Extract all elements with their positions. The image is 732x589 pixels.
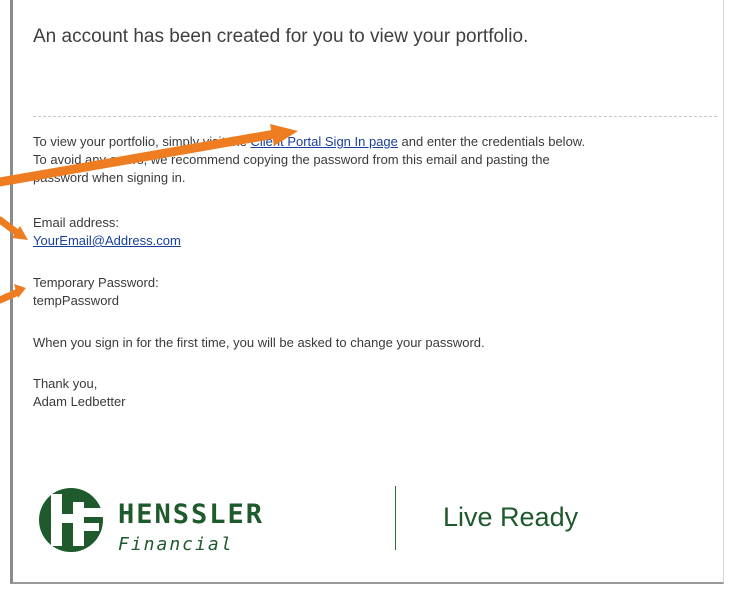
intro-text: , we recommend copying the password from… [143,152,550,167]
email-headline: An account has been created for you to v… [33,26,529,47]
closing-text: Thank you, [33,376,98,391]
brand-tagline: Live Ready [443,502,579,532]
intro-text: the [225,134,251,149]
email-address-link[interactable]: YourEmail@Address.com [33,232,181,250]
intro-line-1: To view your portfolio, simply visit the… [33,133,585,151]
signature: Adam Ledbetter [33,394,126,409]
temporary-password-label: Temporary Password: [33,275,159,290]
intro-text: To view your portfolio, simply [33,134,203,149]
brand-sub: Financial [118,534,234,555]
intro-text: and enter the credentials below. [397,134,586,149]
password-change-note: When you sign in for the first time, you… [33,335,485,350]
email-address-block: Email address: YourEmail@Address.com [33,214,181,250]
section-divider [33,116,717,117]
intro-text: To avoid [33,152,86,167]
intro-line-2: To avoid any errors, we recommend copyin… [33,151,585,169]
henssler-emblem-icon [39,488,104,552]
client-portal-sign-in-link[interactable]: Client Portal Sign In page [250,134,397,149]
email-address-label: Email address: [33,215,119,230]
brand-name: HENSSLER [118,499,265,530]
temporary-password-value: tempPassword [33,293,119,308]
intro-paragraph: To view your portfolio, simply visit the… [33,133,585,187]
closing-block: Thank you, Adam Ledbetter [33,375,126,411]
password-block: Temporary Password: tempPassword [33,274,159,310]
intro-line-3: password when signing in. [33,170,186,185]
henssler-logo: HENSSLER Financial [37,486,347,556]
hidden-text: visit [202,134,226,149]
hidden-text: any errors [85,152,144,167]
logo-separator [395,486,396,550]
